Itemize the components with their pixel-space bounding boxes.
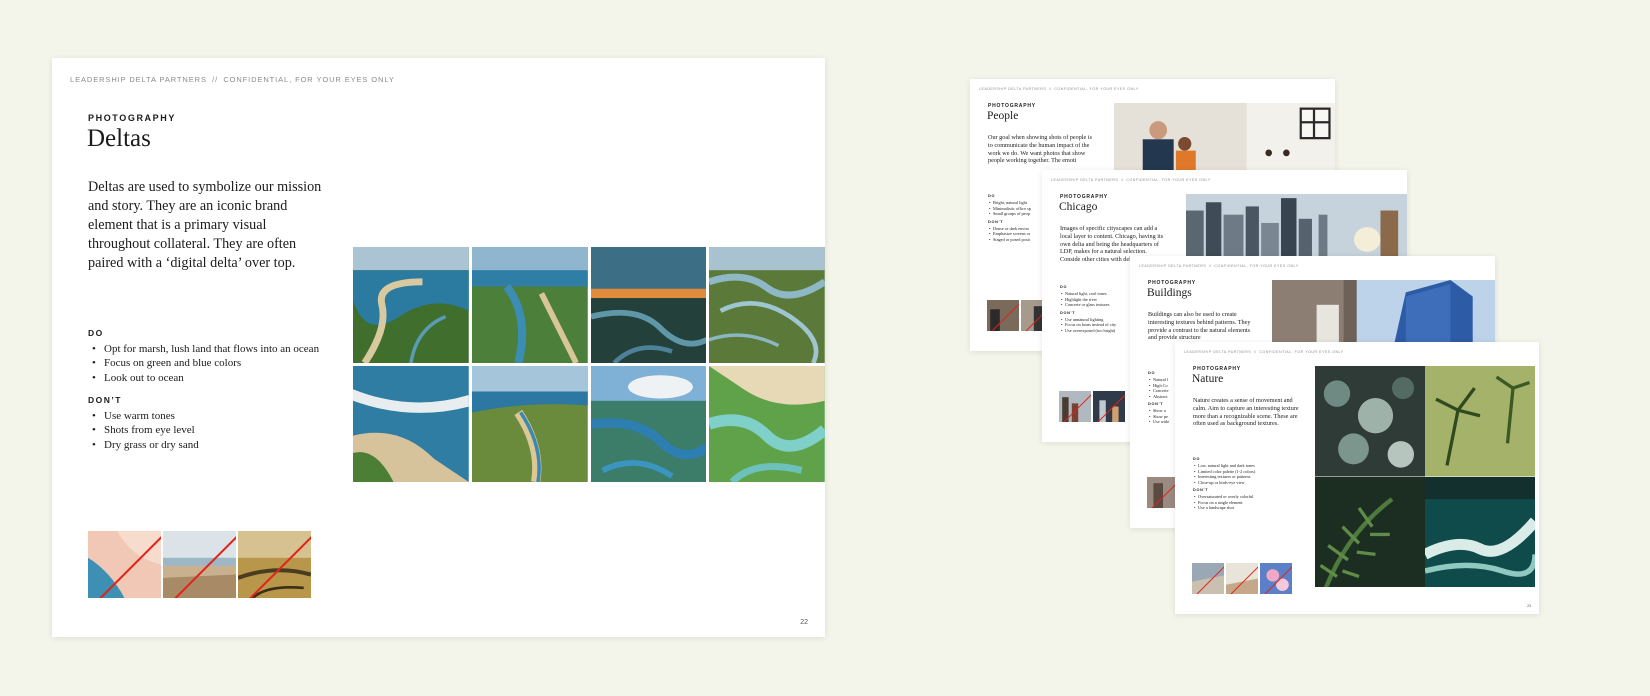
delta-photo-grid — [353, 247, 825, 482]
intro-paragraph: Buildings can also be used to create int… — [1148, 311, 1251, 342]
header-note: CONFIDENTIAL, FOR YOUR EYES ONLY — [223, 75, 395, 84]
delta-photo — [471, 366, 588, 482]
delta-photo — [353, 247, 469, 363]
header-note: CONFIDENTIAL, FOR YOUR EYES ONLY — [1126, 178, 1211, 182]
people-photo — [1114, 103, 1335, 171]
intro-paragraph: Deltas are used to symbolize our mission… — [88, 179, 322, 271]
page-title: Deltas — [87, 125, 151, 152]
dont-label: DON’T — [88, 395, 122, 405]
dont-item: Shots from eye level — [92, 423, 338, 438]
intro-paragraph: Our goal when showing shots of people is… — [988, 134, 1092, 165]
nature-photo — [1315, 366, 1425, 477]
delta-photo — [590, 366, 707, 482]
delta-photo — [471, 247, 588, 363]
nature-photo — [1425, 366, 1535, 477]
nature-photo-grid — [1315, 366, 1535, 587]
header-separator: // — [1120, 178, 1124, 182]
dont-list: Use warm tones Shots from eye level Dry … — [88, 409, 338, 453]
header-separator: // — [1253, 350, 1257, 354]
section-eyebrow: PHOTOGRAPHY — [1193, 366, 1241, 372]
page-title: People — [987, 110, 1019, 122]
bad-example-photo — [987, 300, 1019, 331]
page-header: LEADERSHIP DELTA PARTNERS//CONFIDENTIAL,… — [979, 87, 1139, 91]
page-title: Buildings — [1147, 287, 1192, 299]
header-org: LEADERSHIP DELTA PARTNERS — [1051, 178, 1119, 182]
dont-list: Oversaturated or overly colorful Focus o… — [1193, 494, 1303, 511]
delta-photo — [709, 247, 825, 363]
page-header: LEADERSHIP DELTA PARTNERS // CONFIDENTIAL,… — [70, 75, 395, 84]
dont-item: Use warm tones — [92, 409, 338, 424]
do-item: Close-up or birds-eye view — [1194, 480, 1303, 486]
section-eyebrow: PHOTOGRAPHY — [1148, 280, 1196, 286]
bad-example-photo — [1059, 391, 1091, 422]
nature-photo — [1425, 476, 1535, 587]
do-label: DO — [88, 328, 104, 338]
dont-item: Dry grass or dry sand — [92, 438, 338, 453]
dont-item: Use a landscape shot — [1194, 505, 1303, 511]
section-eyebrow: PHOTOGRAPHY — [88, 113, 176, 123]
header-org: LEADERSHIP DELTA PARTNERS — [1184, 350, 1252, 354]
header-separator: // — [1048, 87, 1052, 91]
chicago-skyline-photo — [1186, 194, 1407, 256]
delta-photo — [353, 366, 469, 482]
guidelines: DO Low, natural light and dark tones Lim… — [1193, 454, 1303, 511]
dont-label: DON’T — [1193, 488, 1209, 493]
page-header: LEADERSHIP DELTA PARTNERS//CONFIDENTIAL,… — [1051, 178, 1211, 182]
page-header: LEADERSHIP DELTA PARTNERS//CONFIDENTIAL,… — [1139, 264, 1299, 268]
header-org: LEADERSHIP DELTA PARTNERS — [1139, 264, 1207, 268]
do-list: Low, natural light and dark tones Limite… — [1193, 463, 1303, 485]
bad-example-photo — [163, 531, 236, 598]
header-note: CONFIDENTIAL, FOR YOUR EYES ONLY — [1259, 350, 1344, 354]
page-number: 22 — [800, 619, 808, 626]
main-page: LEADERSHIP DELTA PARTNERS // CONFIDENTIAL,… — [52, 58, 825, 637]
header-note: CONFIDENTIAL, FOR YOUR EYES ONLY — [1054, 87, 1139, 91]
bad-example-photo — [238, 531, 311, 598]
header-org: LEADERSHIP DELTA PARTNERS — [70, 75, 207, 84]
intro-paragraph: Nature creates a sense of movement and c… — [1193, 397, 1299, 428]
header-separator: // — [212, 75, 219, 84]
header-separator: // — [1208, 264, 1212, 268]
bad-example-photo — [1226, 563, 1258, 594]
bad-example-photo — [1192, 563, 1224, 594]
delta-photo — [590, 247, 707, 363]
nature-page: LEADERSHIP DELTA PARTNERS//CONFIDENTIAL,… — [1175, 342, 1539, 614]
page-title: Chicago — [1059, 201, 1098, 213]
do-item: Look out to ocean — [92, 371, 338, 386]
page-header: LEADERSHIP DELTA PARTNERS//CONFIDENTIAL,… — [1184, 350, 1344, 354]
delta-photo — [709, 366, 825, 482]
section-eyebrow: PHOTOGRAPHY — [988, 103, 1036, 109]
bad-examples — [88, 531, 311, 598]
bad-example-photo — [1260, 563, 1292, 594]
page-number: 23 — [1527, 604, 1531, 608]
do-item: Opt for marsh, lush land that flows into… — [92, 342, 338, 357]
do-label: DO — [1193, 457, 1201, 461]
bad-example-photo — [1093, 391, 1125, 422]
page-title: Nature — [1192, 373, 1224, 385]
section-eyebrow: PHOTOGRAPHY — [1060, 194, 1108, 200]
do-list: Opt for marsh, lush land that flows into… — [88, 342, 338, 386]
bad-examples — [1192, 563, 1292, 594]
guidelines: DO Opt for marsh, lush land that flows i… — [88, 326, 338, 452]
header-note: CONFIDENTIAL, FOR YOUR EYES ONLY — [1214, 264, 1299, 268]
bad-example-photo — [88, 531, 161, 598]
bad-examples — [1059, 391, 1125, 422]
buildings-photo — [1272, 280, 1495, 342]
nature-photo — [1315, 476, 1425, 587]
do-item: Focus on green and blue colors — [92, 356, 338, 371]
header-org: LEADERSHIP DELTA PARTNERS — [979, 87, 1047, 91]
